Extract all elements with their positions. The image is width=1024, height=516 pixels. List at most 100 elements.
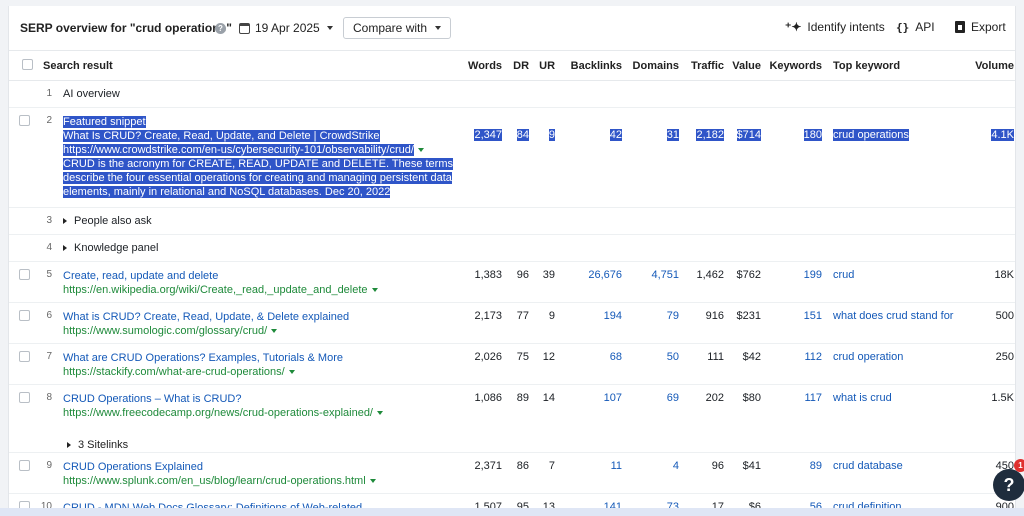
export-icon (955, 21, 965, 33)
result-url[interactable]: https://www.sumologic.com/glossary/crud/ (63, 325, 267, 337)
top-keyword-link[interactable]: crud operations (833, 129, 909, 141)
chevron-down-icon (435, 26, 442, 30)
url-dropdown-icon[interactable] (371, 288, 378, 293)
words-value: 2,173 (465, 302, 506, 344)
keywords-link[interactable]: 89 (764, 452, 826, 494)
col-top-keyword[interactable]: Top keyword (825, 50, 960, 81)
sitelinks-toggle[interactable]: 3 Sitelinks (67, 438, 462, 452)
backlinks-link[interactable]: 11 (558, 452, 626, 494)
people-also-ask-label: People also ask (74, 215, 152, 227)
col-words[interactable]: Words (465, 50, 506, 81)
row-checkbox[interactable] (19, 310, 30, 321)
result-title[interactable]: What are CRUD Operations? Examples, Tuto… (63, 351, 462, 365)
domains-link[interactable]: 79 (625, 302, 683, 344)
keywords-link[interactable]: 151 (764, 302, 826, 344)
col-value[interactable]: Value (727, 50, 765, 81)
result-title[interactable]: What is CRUD? Create, Read, Update, & De… (63, 310, 462, 324)
result-url[interactable]: https://www.freecodecamp.org/news/crud-o… (63, 407, 373, 419)
dr-value: 89 (505, 384, 533, 453)
row-checkbox[interactable] (19, 351, 30, 362)
keywords-link[interactable]: 199 (764, 261, 826, 303)
words-value: 2,371 (465, 452, 506, 494)
bottom-scroll-bar (0, 508, 1024, 516)
ur-value: 7 (532, 452, 559, 494)
backlinks-link[interactable]: 68 (558, 343, 626, 385)
col-search-result[interactable]: Search result (37, 50, 466, 81)
top-keyword-link[interactable]: what is crud (825, 384, 960, 453)
select-all-checkbox[interactable] (22, 58, 33, 70)
domains-link[interactable]: 50 (625, 343, 683, 385)
notification-badge: 1 (1014, 459, 1024, 472)
url-dropdown-icon[interactable] (369, 479, 376, 484)
dr-value: 75 (505, 343, 533, 385)
people-also-ask-toggle[interactable]: People also ask (63, 207, 1015, 235)
expand-arrow-icon (63, 218, 67, 225)
col-domains[interactable]: Domains (625, 50, 683, 81)
result-url[interactable]: https://www.splunk.com/en_us/blog/learn/… (63, 475, 366, 487)
help-chat-button[interactable]: ? (993, 469, 1024, 501)
words-value: 1,383 (465, 261, 506, 303)
col-ur[interactable]: UR (532, 50, 559, 81)
api-button[interactable]: {} API (896, 20, 935, 34)
volume-value: 4.1K (991, 129, 1015, 141)
table-row: 7 What are CRUD Operations? Examples, Tu… (9, 343, 1015, 385)
result-title[interactable]: Create, read, update and delete (63, 269, 462, 283)
row-checkbox[interactable] (19, 460, 30, 471)
backlinks-link[interactable]: 42 (609, 129, 623, 141)
knowledge-panel-toggle[interactable]: Knowledge panel (63, 234, 1015, 262)
keywords-link[interactable]: 117 (764, 384, 826, 453)
select-all-cell[interactable] (9, 50, 37, 81)
result-title[interactable]: What Is CRUD? Create, Read, Update, and … (63, 130, 380, 142)
value-value: $762 (727, 261, 765, 303)
col-backlinks[interactable]: Backlinks (558, 50, 626, 81)
date-label: 19 Apr 2025 (255, 21, 320, 35)
domains-link[interactable]: 4 (625, 452, 683, 494)
table-row: 4 Knowledge panel (9, 234, 1015, 262)
result-url[interactable]: https://stackify.com/what-are-crud-opera… (63, 366, 285, 378)
domains-link[interactable]: 31 (666, 129, 680, 141)
url-dropdown-icon[interactable] (271, 329, 278, 334)
sitelinks-label: 3 Sitelinks (78, 439, 129, 451)
top-keyword-link[interactable]: what does crud stand for (825, 302, 960, 344)
result-title[interactable]: CRUD Operations – What is CRUD? (63, 392, 462, 406)
col-volume[interactable]: Volume (959, 50, 1015, 81)
help-icon[interactable]: ? (215, 23, 226, 34)
ai-overview-label: AI overview (63, 80, 1015, 108)
backlinks-link[interactable]: 26,676 (558, 261, 626, 303)
expand-arrow-icon (67, 442, 71, 449)
result-url[interactable]: https://www.crowdstrike.com/en-us/cybers… (63, 144, 414, 156)
url-dropdown-icon[interactable] (417, 148, 424, 153)
col-keywords[interactable]: Keywords (764, 50, 826, 81)
col-traffic[interactable]: Traffic (682, 50, 728, 81)
col-dr[interactable]: DR (505, 50, 533, 81)
result-title[interactable]: CRUD Operations Explained (63, 460, 462, 474)
row-index: 4 (37, 234, 63, 262)
braces-icon: {} (896, 20, 910, 34)
top-keyword-link[interactable]: crud database (825, 452, 960, 494)
top-keyword-link[interactable]: crud (825, 261, 960, 303)
result-url[interactable]: https://en.wikipedia.org/wiki/Create,_re… (63, 284, 368, 296)
domains-link[interactable]: 4,751 (625, 261, 683, 303)
keywords-link[interactable]: 112 (764, 343, 826, 385)
row-checkbox[interactable] (19, 115, 30, 126)
traffic-value: 96 (682, 452, 728, 494)
date-picker[interactable]: 19 Apr 2025 (239, 19, 333, 37)
identify-intents-button[interactable]: ⁺✦ Identify intents (785, 20, 885, 34)
url-dropdown-icon[interactable] (288, 370, 295, 375)
row-checkbox[interactable] (19, 392, 30, 403)
keywords-link[interactable]: 180 (803, 129, 823, 141)
backlinks-link[interactable]: 194 (558, 302, 626, 344)
words-value: 2,026 (465, 343, 506, 385)
domains-link[interactable]: 69 (625, 384, 683, 453)
row-index: 8 (37, 384, 63, 453)
traffic-value: 916 (682, 302, 728, 344)
export-button[interactable]: Export (955, 20, 1006, 34)
top-keyword-link[interactable]: crud operation (825, 343, 960, 385)
compare-with-dropdown[interactable]: Compare with (343, 17, 452, 39)
url-dropdown-icon[interactable] (377, 411, 383, 416)
row-index: 1 (37, 80, 63, 108)
dr-value: 77 (505, 302, 533, 344)
value-value: $41 (727, 452, 765, 494)
row-checkbox[interactable] (19, 269, 30, 280)
backlinks-link[interactable]: 107 (558, 384, 626, 453)
